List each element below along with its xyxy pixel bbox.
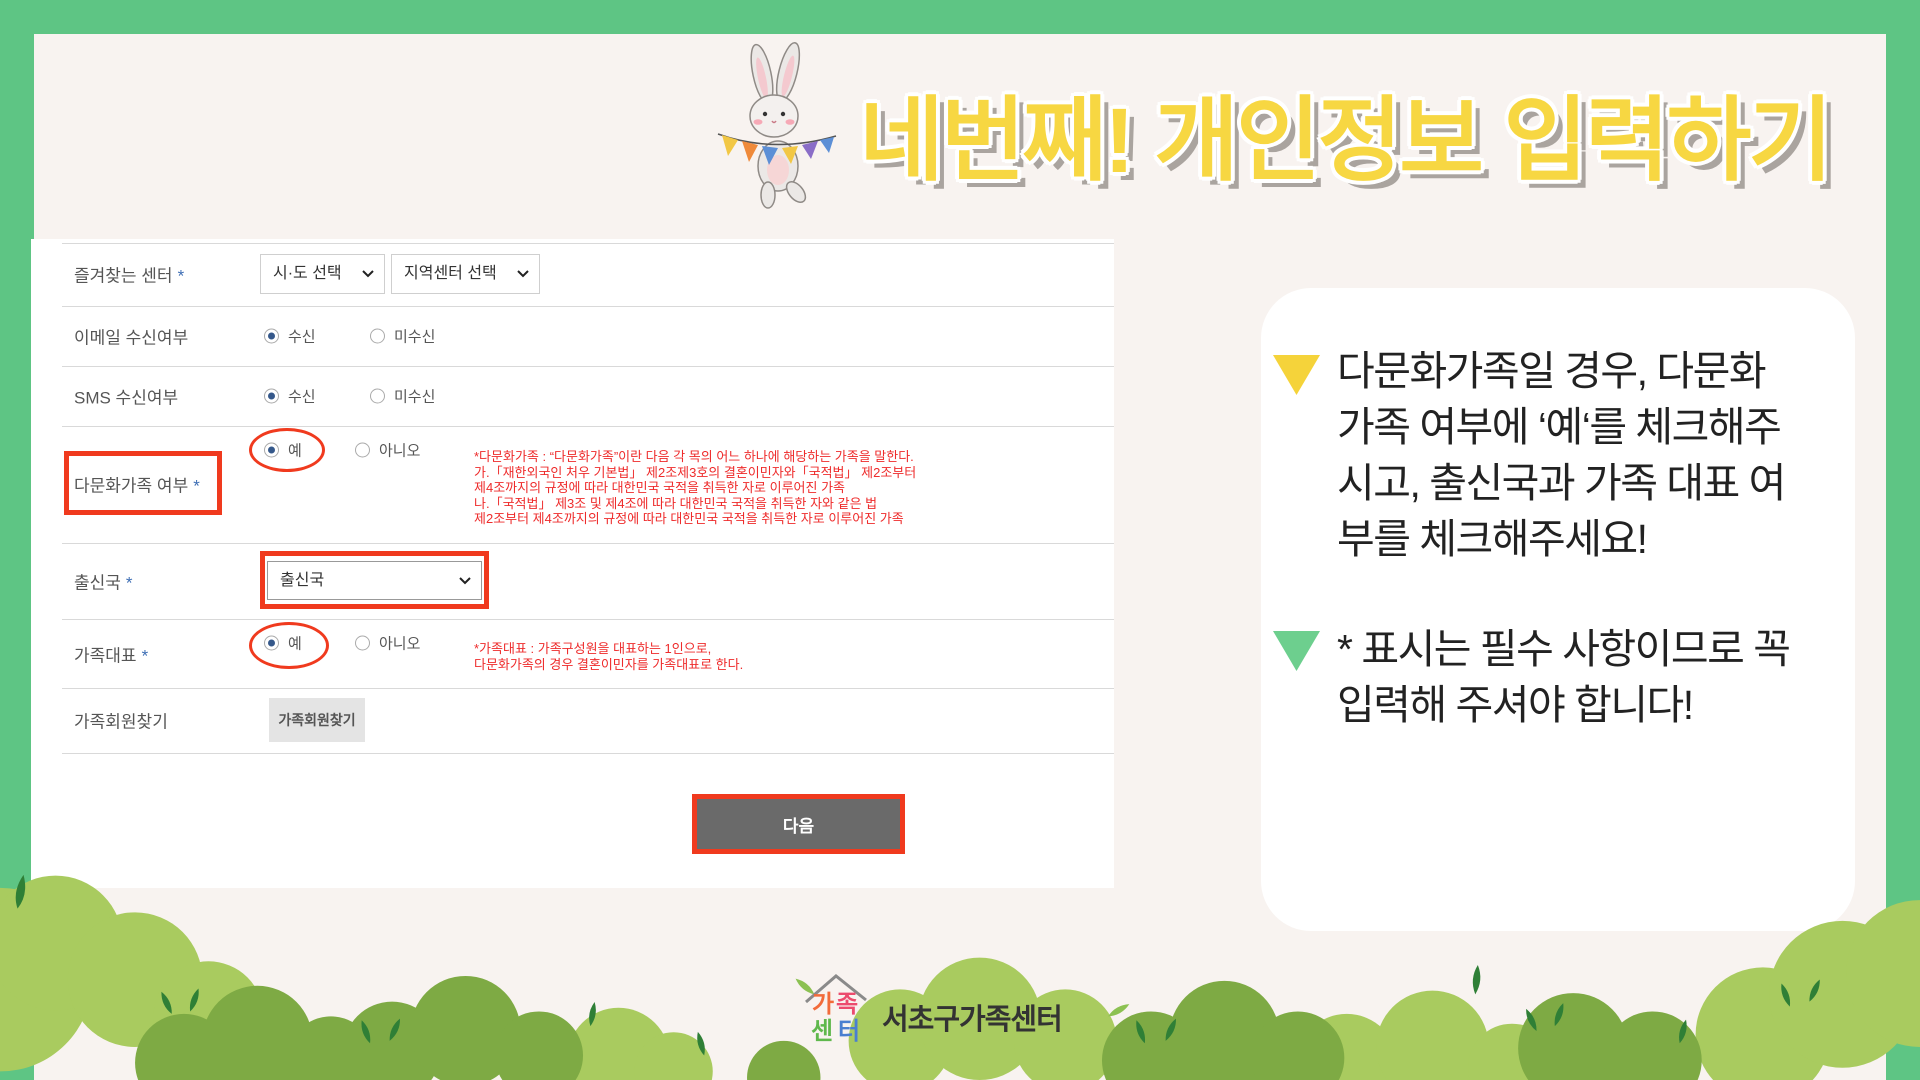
instruction-line: 입력해 주셔야 합니다! bbox=[1337, 682, 1694, 728]
next-button[interactable]: 다음 bbox=[697, 799, 900, 849]
bunny-illustration bbox=[717, 42, 837, 209]
country-of-origin-label-text: 출신국 bbox=[74, 573, 121, 593]
option-label: 예 bbox=[288, 442, 302, 460]
instruction-line: 가족 여부에 ‘예‘를 체크해주 bbox=[1337, 404, 1782, 450]
family-center-logo: 가 족 센 터 서초구가족센터 bbox=[800, 970, 1090, 1050]
family-rep-no-option[interactable]: 아니오 bbox=[355, 633, 420, 654]
option-label: 아니오 bbox=[379, 635, 421, 653]
option-label: 미수신 bbox=[394, 328, 436, 346]
row-divider bbox=[62, 426, 1114, 427]
logo-name: 서초구가족센터 bbox=[882, 1004, 1063, 1036]
sido-select[interactable]: 시·도 선택 bbox=[260, 254, 385, 294]
favorite-center-label-text: 즐겨찾는 센터 bbox=[74, 266, 173, 286]
note-line: 제4조까지의 규정에 따라 대한민국 국적을 취득한 자로 이루어진 가족 bbox=[474, 480, 846, 496]
region-center-select-value: 지역센터 선택 bbox=[404, 265, 497, 282]
multicultural-family-label-text: 다문화가족 여부 bbox=[74, 476, 189, 496]
chevron-down-icon bbox=[459, 576, 471, 584]
radio-button[interactable] bbox=[264, 388, 279, 404]
triangle-down-icon bbox=[1273, 631, 1320, 671]
instruction-line: * 표시는 필수 사항이므로 꼭 bbox=[1337, 626, 1791, 672]
row-divider bbox=[62, 543, 1114, 544]
multicultural-yes-option[interactable]: 예 bbox=[264, 440, 302, 461]
email-consent-no-option[interactable]: 미수신 bbox=[370, 326, 435, 347]
chevron-down-icon bbox=[517, 270, 529, 278]
chevron-down-icon bbox=[362, 270, 374, 278]
row-divider bbox=[62, 619, 1114, 620]
region-center-select[interactable]: 지역센터 선택 bbox=[391, 254, 540, 294]
family-member-search-label: 가족회원찾기 bbox=[74, 712, 168, 732]
family-rep-note: *가족대표 : 가족구성원을 대표하는 1인으로, 다문화가족의 경우 결혼이민… bbox=[474, 641, 743, 673]
radio-button[interactable] bbox=[370, 328, 385, 344]
family-member-search-button[interactable]: 가족회원찾기 bbox=[269, 698, 365, 742]
instruction-line: 부를 체크해주세요! bbox=[1337, 516, 1648, 562]
country-of-origin-label: 출신국 * bbox=[74, 569, 133, 594]
multicultural-note: *다문화가족 : “다문화가족”이란 다음 각 목의 어느 하나에 해당하는 가… bbox=[474, 449, 916, 527]
option-label: 아니오 bbox=[379, 442, 421, 460]
multicultural-family-label: 다문화가족 여부 * bbox=[74, 472, 200, 497]
instruction-text-2: * 표시는 필수 사항이므로 꼭 입력해 주셔야 합니다! bbox=[1337, 621, 1791, 733]
sms-consent-label: SMS 수신여부 bbox=[74, 388, 179, 408]
required-mark: * bbox=[177, 266, 185, 286]
option-label: 수신 bbox=[288, 328, 316, 346]
instruction-text-1: 다문화가족일 경우, 다문화 가족 여부에 ‘예‘를 체크해주 시고, 출신국과… bbox=[1337, 343, 1786, 567]
note-line: 나.「국적법」 제3조 및 제4조에 따라 대한민국 국적을 취득한 자와 같은… bbox=[474, 495, 878, 511]
family-representative-label-text: 가족대표 bbox=[74, 646, 137, 666]
radio-button[interactable] bbox=[355, 635, 370, 651]
logo-letter: 가 bbox=[812, 991, 835, 1018]
note-line: *다문화가족 : “다문화가족”이란 다음 각 목의 어느 하나에 해당하는 가… bbox=[474, 449, 914, 464]
sms-consent-yes-option[interactable]: 수신 bbox=[264, 386, 316, 407]
multicultural-no-option[interactable]: 아니오 bbox=[355, 440, 420, 461]
required-mark: * bbox=[141, 646, 149, 666]
row-divider bbox=[62, 366, 1114, 367]
option-label: 예 bbox=[288, 635, 302, 653]
radio-button[interactable] bbox=[264, 442, 279, 458]
country-of-origin-select[interactable]: 출신국 bbox=[267, 561, 482, 600]
option-label: 수신 bbox=[288, 388, 316, 406]
radio-button[interactable] bbox=[355, 442, 370, 458]
page-title: 네번째! 개인정보 입력하기 bbox=[859, 90, 1833, 192]
family-rep-yes-option[interactable]: 예 bbox=[264, 633, 302, 654]
email-consent-yes-option[interactable]: 수신 bbox=[264, 326, 316, 347]
instruction-line: 다문화가족일 경우, 다문화 bbox=[1337, 348, 1767, 394]
radio-button[interactable] bbox=[264, 635, 279, 651]
logo-letter: 족 bbox=[836, 991, 859, 1018]
required-mark: * bbox=[193, 476, 200, 496]
sms-consent-no-option[interactable]: 미수신 bbox=[370, 386, 435, 407]
note-line: *가족대표 : 가족구성원을 대표하는 1인으로, bbox=[474, 641, 712, 656]
sido-select-value: 시·도 선택 bbox=[273, 265, 342, 282]
logo-letter: 센 bbox=[811, 1018, 834, 1045]
note-line: 제2조부터 제4조까지의 규정에 따라 대한민국 국적을 취득한 자로 이루어진… bbox=[474, 511, 904, 527]
instruction-line: 시고, 출신국과 가족 대표 여 bbox=[1337, 460, 1786, 506]
signup-form-panel: 즐겨찾는 센터 * 시·도 선택 지역센터 선택 이메일 수신여부 수신 미수신 … bbox=[31, 239, 1114, 888]
row-divider bbox=[62, 306, 1114, 307]
country-select-value: 출신국 bbox=[280, 572, 325, 589]
note-line: 가.「재한외국인 처우 기본법」 제2조제3호의 결혼이민자와「국적법」 제2조… bbox=[474, 464, 917, 480]
family-representative-label: 가족대표 * bbox=[74, 642, 148, 667]
radio-button[interactable] bbox=[264, 328, 279, 344]
option-label: 미수신 bbox=[394, 388, 436, 406]
logo-letter: 터 bbox=[838, 1018, 861, 1045]
triangle-down-icon bbox=[1273, 355, 1320, 395]
row-divider bbox=[62, 688, 1114, 689]
note-line: 다문화가족의 경우 결혼이민자를 가족대표로 한다. bbox=[474, 657, 744, 672]
favorite-center-label: 즐겨찾는 센터 * bbox=[74, 262, 184, 287]
email-consent-label: 이메일 수신여부 bbox=[74, 328, 189, 348]
radio-button[interactable] bbox=[370, 388, 385, 404]
required-mark: * bbox=[125, 573, 133, 593]
row-divider bbox=[62, 243, 1114, 244]
row-divider bbox=[62, 753, 1114, 754]
